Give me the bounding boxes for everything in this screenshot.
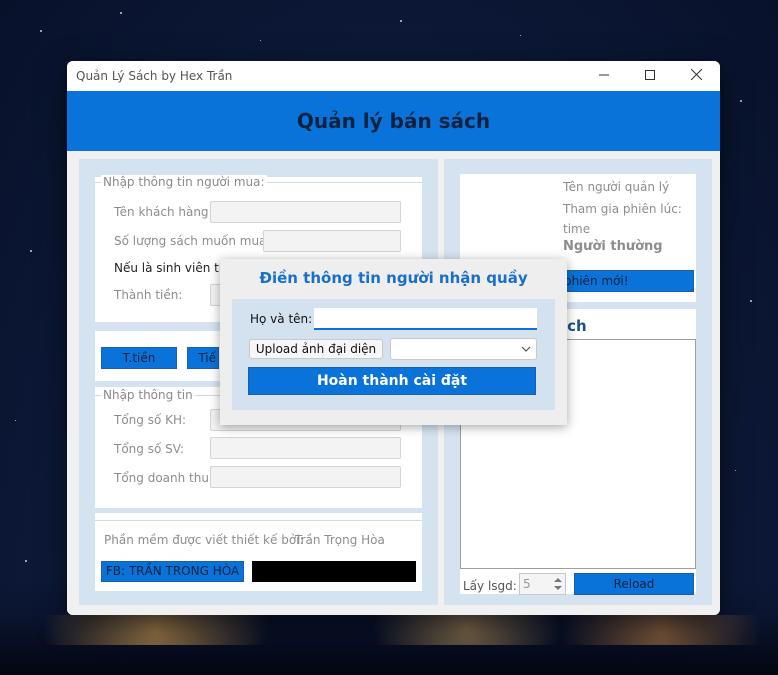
credit-box: Phần mềm được viết thiết kế bởi: Trần Tr…: [95, 513, 422, 591]
minimize-button[interactable]: [581, 61, 627, 91]
window-title: Quản Lý Sách by Hex Trần: [76, 69, 233, 83]
revenue-label: Tổng doanh thu:: [114, 471, 214, 485]
close-button[interactable]: [673, 61, 719, 91]
calc-total-button[interactable]: T.tiền: [101, 347, 177, 369]
maximize-button[interactable]: [627, 61, 673, 91]
credit-author: Trần Trọng Hòa: [295, 533, 385, 547]
credit-divider: [95, 520, 422, 521]
fullname-label: Họ và tên:: [250, 312, 313, 326]
students-label: Tổng số SV:: [114, 442, 185, 456]
history-count-spinner[interactable]: 5: [519, 573, 566, 595]
manager-name-label: Tên người quản lý: [563, 180, 670, 194]
joined-label: Tham gia phiên lúc:: [563, 202, 682, 216]
dialog-body: Họ và tên: Upload ảnh đại diện Hoàn thàn…: [232, 299, 555, 410]
upload-avatar-button[interactable]: Upload ảnh đại diện: [249, 339, 383, 359]
facebook-button[interactable]: FB: TRẦN TRONG HÒA: [101, 561, 244, 582]
finish-setup-button[interactable]: Hoàn thành cài đặt: [248, 367, 536, 395]
avatar-select[interactable]: [390, 338, 537, 360]
customers-label: Tổng số KH:: [114, 413, 187, 427]
customer-field[interactable]: [210, 201, 401, 223]
second-action-button[interactable]: Tiế: [187, 347, 219, 369]
history-count-label: Lấy lsgd:: [463, 579, 517, 593]
history-count-value: 5: [523, 577, 531, 591]
total-label: Thành tiền:: [114, 288, 183, 302]
quantity-label: Số lượng sách muốn mua:: [114, 234, 271, 248]
app-header: Quản lý bán sách: [67, 91, 720, 151]
buyer-legend: Nhập thông tin người mua:: [101, 175, 267, 189]
spinner-arrows-icon: [554, 578, 562, 590]
dialog-title: Điền thông tin người nhận quầy: [259, 269, 528, 287]
students-field[interactable]: [210, 437, 401, 459]
student-text: Nếu là sinh viên thì: [114, 261, 230, 275]
fullname-input[interactable]: [314, 308, 537, 330]
stats-legend: Nhập thông tin: [101, 388, 195, 402]
close-icon: [690, 68, 702, 81]
receiver-dialog: Điền thông tin người nhận quầy Họ và tên…: [220, 259, 567, 425]
joined-time: time: [563, 222, 591, 236]
reload-button[interactable]: Reload: [574, 573, 694, 595]
chevron-down-icon: [521, 346, 531, 352]
black-bar: [252, 561, 416, 582]
revenue-field[interactable]: [210, 466, 401, 488]
title-bar: Quản Lý Sách by Hex Trần: [67, 61, 720, 91]
quantity-field[interactable]: [263, 230, 401, 252]
maximize-icon: [645, 70, 655, 80]
role-label: Người thường: [563, 239, 663, 254]
customer-label: Tên khách hàng:: [114, 205, 213, 219]
minimize-icon: [599, 74, 609, 76]
credit-text: Phần mềm được viết thiết kế bởi:: [104, 533, 304, 547]
